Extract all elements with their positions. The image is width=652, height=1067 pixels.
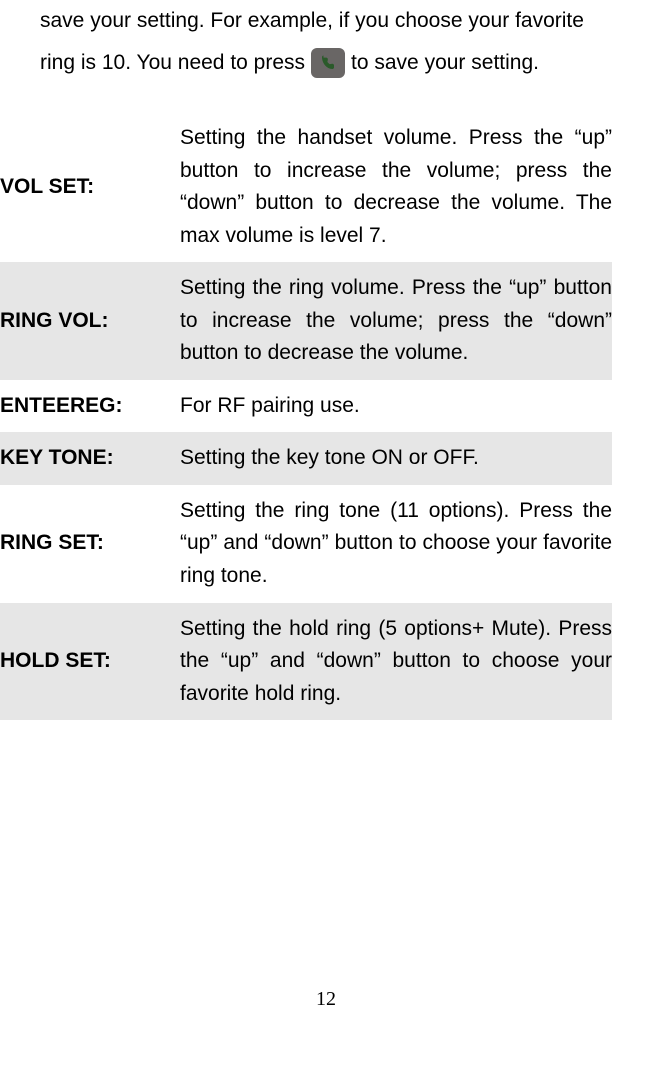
phone-icon bbox=[311, 48, 345, 78]
page-number: 12 bbox=[0, 988, 652, 1011]
setting-label: HOLD SET: bbox=[0, 603, 180, 721]
settings-table: VOL SET:Setting the handset volume. Pres… bbox=[0, 112, 612, 720]
intro-paragraph: save your setting. For example, if you c… bbox=[40, 0, 612, 84]
intro-line2b: to save your setting. bbox=[351, 42, 539, 84]
setting-label: ENTEEREG: bbox=[0, 380, 180, 433]
table-row: ENTEEREG:For RF pairing use. bbox=[0, 380, 612, 433]
intro-line2: ring is 10. You need to press to save yo… bbox=[40, 42, 612, 84]
setting-label: RING SET: bbox=[0, 485, 180, 603]
setting-description: Setting the ring tone (11 options). Pres… bbox=[180, 485, 612, 603]
setting-description: Setting the hold ring (5 options+ Mute).… bbox=[180, 603, 612, 721]
table-row: VOL SET:Setting the handset volume. Pres… bbox=[0, 112, 612, 262]
setting-description: Setting the handset volume. Press the “u… bbox=[180, 112, 612, 262]
setting-label: VOL SET: bbox=[0, 112, 180, 262]
setting-label: RING VOL: bbox=[0, 262, 180, 380]
setting-label: KEY TONE: bbox=[0, 432, 180, 485]
table-row: RING SET:Setting the ring tone (11 optio… bbox=[0, 485, 612, 603]
table-row: KEY TONE:Setting the key tone ON or OFF. bbox=[0, 432, 612, 485]
intro-line1: save your setting. For example, if you c… bbox=[40, 0, 612, 42]
intro-line2a: ring is 10. You need to press bbox=[40, 42, 305, 84]
table-row: RING VOL:Setting the ring volume. Press … bbox=[0, 262, 612, 380]
setting-description: For RF pairing use. bbox=[180, 380, 612, 433]
table-row: HOLD SET:Setting the hold ring (5 option… bbox=[0, 603, 612, 721]
setting-description: Setting the key tone ON or OFF. bbox=[180, 432, 612, 485]
setting-description: Setting the ring volume. Press the “up” … bbox=[180, 262, 612, 380]
